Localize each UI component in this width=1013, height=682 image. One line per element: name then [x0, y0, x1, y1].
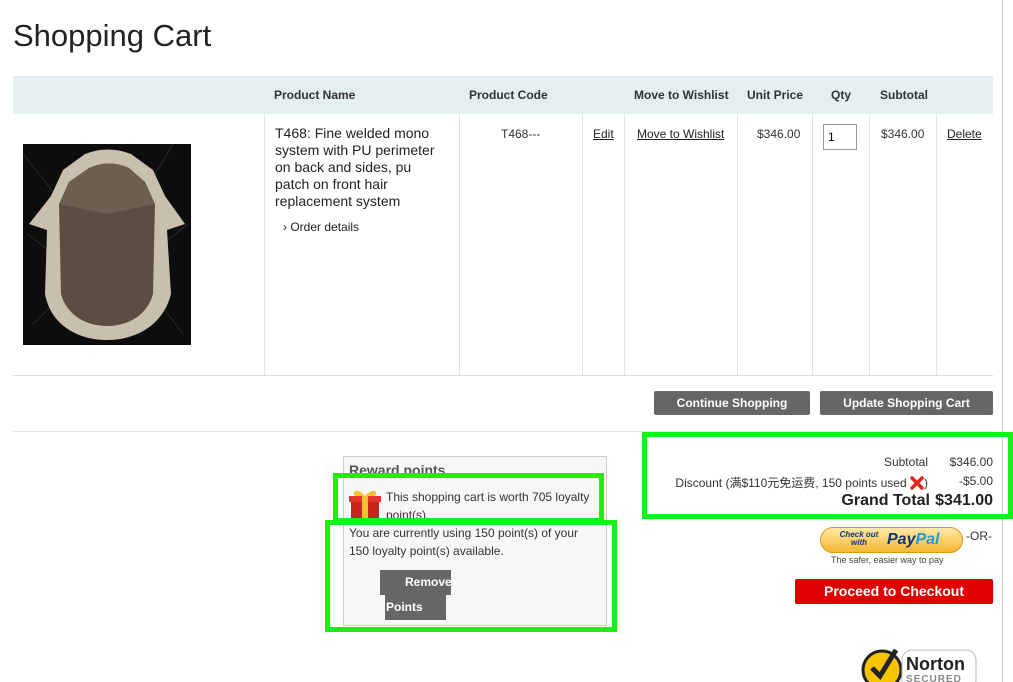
column-divider: [812, 114, 813, 375]
column-divider: [459, 114, 460, 375]
discount-label-text: Discount (满$110元免运费, 150 points used: [675, 476, 907, 490]
header-subtotal: Subtotal: [880, 88, 928, 102]
cart-table-header: Product Name Product Code Move to Wishli…: [13, 76, 993, 114]
discount-label: Discount (满$110元免运费, 150 points used ): [640, 474, 928, 491]
divider: [13, 431, 993, 432]
subtotal-label: Subtotal: [883, 455, 928, 469]
order-details-label: Order details: [290, 220, 360, 234]
header-qty: Qty: [831, 88, 852, 102]
column-divider: [869, 114, 870, 375]
norton-secured-badge[interactable]: Norton SECURED: [860, 642, 978, 682]
unit-price: $346.00: [757, 127, 801, 141]
item-subtotal: $346.00: [881, 127, 925, 141]
paypal-small-text: Check out with: [839, 530, 879, 547]
grand-total-value: $341.00: [935, 492, 993, 509]
or-text: -OR-: [966, 529, 992, 543]
product-name[interactable]: T468: Fine welded mono system with PU pe…: [275, 125, 445, 210]
edit-link[interactable]: Edit: [593, 127, 614, 141]
move-to-wishlist-link[interactable]: Move to Wishlist: [637, 127, 724, 141]
paypal-checkout-button[interactable]: Check out with PayPal: [820, 527, 963, 553]
continue-shopping-button[interactable]: Continue Shopping: [654, 391, 810, 415]
remove-points-button[interactable]: Remove Points: [380, 570, 452, 620]
column-divider: [936, 114, 937, 375]
column-divider: [624, 114, 625, 375]
paypal-logo-pal: Pal: [915, 531, 940, 548]
remove-discount-icon[interactable]: [910, 476, 924, 490]
reward-worth-text: This shopping cart is worth 705 loyalty …: [386, 490, 590, 522]
remove-points-label-2: Points: [386, 600, 423, 614]
proceed-to-checkout-button[interactable]: Proceed to Checkout: [795, 579, 993, 604]
chevron-right-icon: ›: [283, 220, 287, 234]
grand-total-label: Grand Total: [841, 492, 930, 509]
update-cart-button[interactable]: Update Shopping Cart: [820, 391, 993, 415]
paypal-logo-pay: Pay: [887, 531, 916, 548]
header-unit-price: Unit Price: [747, 88, 804, 102]
page-title: Shopping Cart: [13, 18, 212, 53]
delete-link[interactable]: Delete: [947, 127, 982, 141]
header-product-code: Product Code: [469, 88, 548, 102]
norton-secured-text: SECURED: [906, 674, 962, 682]
product-code: T468---: [501, 127, 541, 141]
qty-input[interactable]: [823, 124, 857, 150]
reward-points-title: Reward points: [349, 462, 446, 478]
column-divider: [264, 114, 265, 375]
header-move-to-wishlist: Move to Wishlist: [634, 88, 729, 102]
column-divider: [737, 114, 738, 375]
paypal-logo: PayPal: [887, 531, 939, 549]
discount-value: -$5.00: [958, 474, 993, 488]
paypal-tagline: The safer, easier way to pay: [831, 555, 944, 565]
product-image[interactable]: [23, 144, 191, 345]
remove-points-label-1: Remove: [405, 575, 452, 589]
header-product-name: Product Name: [274, 88, 356, 102]
gift-icon: [348, 488, 382, 520]
column-divider: [582, 114, 583, 375]
order-details-toggle[interactable]: › Order details: [283, 220, 359, 234]
table-row: T468: Fine welded mono system with PU pe…: [13, 114, 993, 376]
page-border: [1002, 0, 1003, 682]
reward-using-text: You are currently using 150 point(s) of …: [349, 526, 579, 558]
subtotal-value: $346.00: [949, 455, 993, 469]
norton-name: Norton: [906, 654, 965, 674]
discount-label-close: ): [924, 476, 928, 490]
